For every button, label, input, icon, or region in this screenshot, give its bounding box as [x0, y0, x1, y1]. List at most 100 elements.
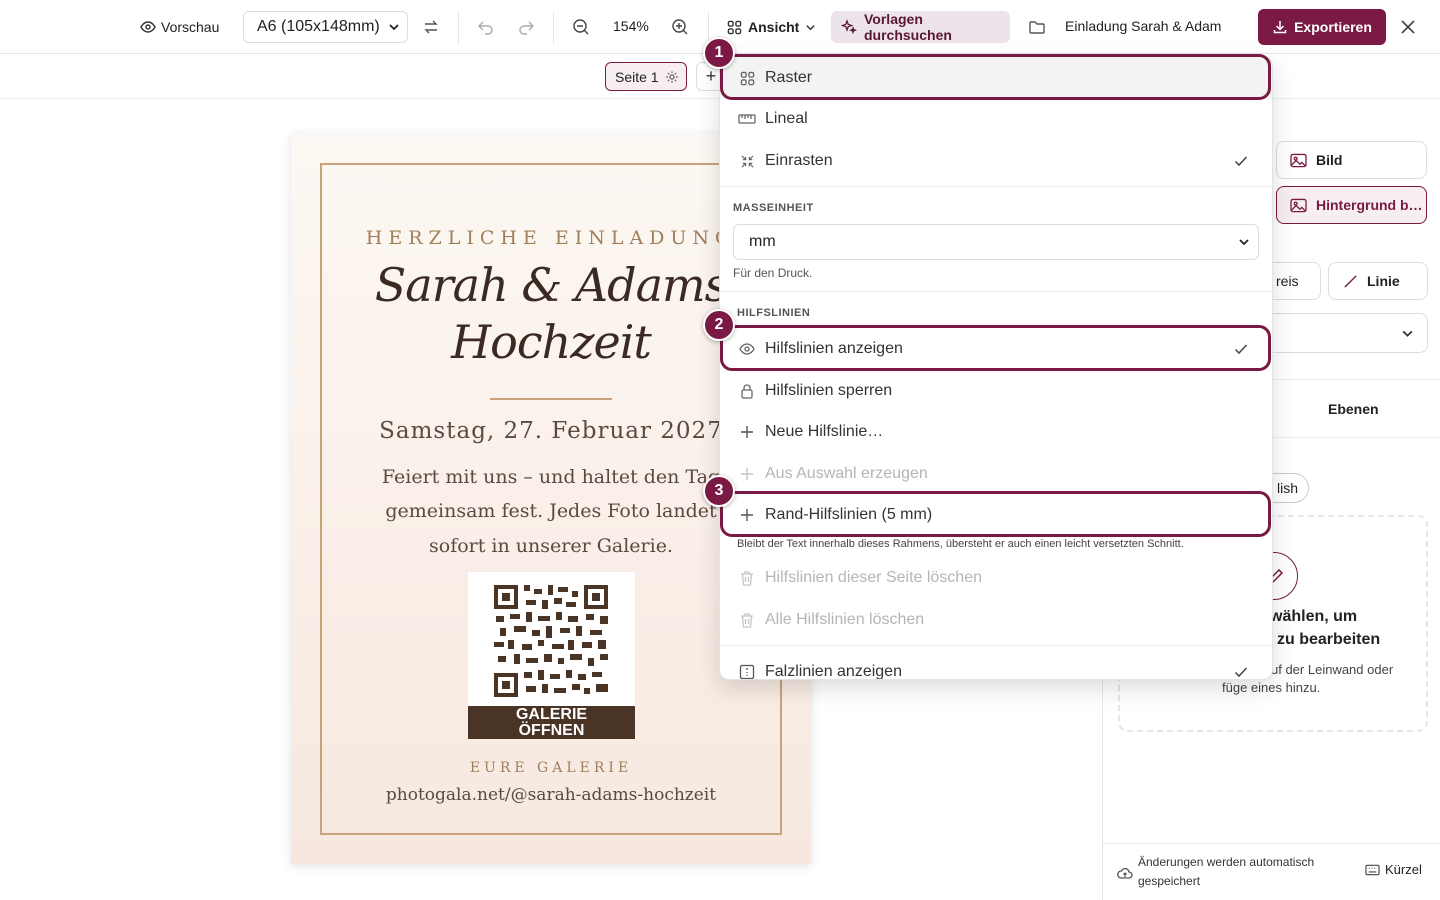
- undo-icon[interactable]: [473, 14, 499, 40]
- shortcuts-button[interactable]: Kürzel: [1365, 862, 1422, 877]
- fold-lines-icon: [738, 663, 756, 679]
- menu-section-unit: MASSEINHEIT: [733, 202, 814, 214]
- zoom-level[interactable]: 154%: [613, 18, 649, 34]
- add-image-label: Bild: [1316, 152, 1343, 168]
- grid-icon: [727, 20, 742, 35]
- preview-label: Vorschau: [161, 19, 220, 35]
- browse-templates-label: Vorlagen durchsuchen: [864, 11, 952, 43]
- snap-icon: [738, 152, 756, 170]
- menu-item-delete-page-guides[interactable]: Hilfslinien dieser Seite löschen: [720, 557, 1272, 599]
- grid-icon: [738, 69, 756, 87]
- menu-item-grid[interactable]: Raster: [720, 57, 1272, 99]
- format-select[interactable]: A6 (105x148mm): [243, 11, 408, 43]
- menu-item-ruler[interactable]: Lineal: [720, 98, 1272, 140]
- plus-icon: [738, 423, 756, 441]
- image-icon: [1290, 153, 1307, 168]
- background-image-button[interactable]: Hintergrund b…: [1276, 186, 1427, 224]
- qr-caption-line2: ÖFFNEN: [518, 722, 585, 739]
- zoom-out-icon[interactable]: [568, 14, 594, 40]
- menu-item-lock-guides[interactable]: Hilfslinien sperren: [720, 370, 1272, 412]
- format-value: A6 (105x148mm): [257, 18, 380, 35]
- view-menu-dropdown: Raster Lineal Einrasten MASSEINHEIT mm F…: [719, 56, 1273, 680]
- gear-icon: [665, 70, 679, 84]
- keyboard-icon: [1365, 864, 1380, 876]
- step-badge-2: 2: [703, 309, 735, 341]
- menu-item-delete-all-guides-label: Alle Hilfslinien löschen: [765, 611, 925, 628]
- step-badge-1: 1: [703, 37, 735, 69]
- redo-icon[interactable]: [513, 14, 539, 40]
- qr-code-image: [494, 585, 608, 697]
- download-icon: [1272, 19, 1288, 35]
- browse-templates-button[interactable]: Vorlagen durchsuchen: [831, 11, 1010, 43]
- menu-section-guides: HILFSLINIEN: [737, 307, 811, 319]
- preview-button[interactable]: Vorschau: [140, 17, 219, 37]
- plus-icon: +: [705, 66, 717, 86]
- tab-layers[interactable]: Ebenen: [1328, 401, 1379, 417]
- menu-item-show-guides-label: Hilfslinien anzeigen: [765, 340, 903, 357]
- card-url[interactable]: photogala.net/@sarah-adams-hochzeit: [291, 785, 811, 805]
- check-icon: [1234, 342, 1248, 356]
- menu-item-margin-guides[interactable]: Rand-Hilfslinien (5 mm): [720, 494, 1272, 536]
- cloud-icon: [1117, 867, 1133, 881]
- check-icon: [1234, 154, 1248, 168]
- language-pill-label: lish: [1276, 480, 1298, 496]
- page-tab-label: Seite 1: [615, 68, 659, 85]
- unit-select-value: mm: [749, 233, 776, 250]
- menu-item-show-guides[interactable]: Hilfslinien anzeigen: [720, 328, 1272, 370]
- chevron-down-icon: [388, 21, 400, 33]
- trash-icon: [738, 569, 756, 587]
- check-icon: [1234, 665, 1248, 679]
- zoom-in-icon[interactable]: [667, 14, 693, 40]
- shortcuts-label: Kürzel: [1385, 862, 1422, 877]
- add-image-button[interactable]: Bild: [1276, 141, 1427, 179]
- menu-item-ruler-label: Lineal: [765, 110, 808, 127]
- background-image-label: Hintergrund b…: [1316, 197, 1423, 213]
- menu-item-from-selection[interactable]: Aus Auswahl erzeugen: [720, 453, 1272, 495]
- chevron-down-icon: [805, 22, 816, 33]
- qr-code-block[interactable]: GALERIE ÖFFNEN: [468, 572, 635, 739]
- page-tab[interactable]: Seite 1: [605, 62, 687, 91]
- panel-divider: [1103, 843, 1440, 844]
- swap-orientation-icon[interactable]: [418, 14, 444, 40]
- eye-icon: [738, 340, 756, 358]
- menu-item-fold-lines[interactable]: Falzlinien anzeigen: [720, 651, 1272, 679]
- menu-item-snap-label: Einrasten: [765, 152, 833, 169]
- add-line-button[interactable]: Linie: [1328, 262, 1428, 300]
- close-icon[interactable]: [1395, 14, 1421, 40]
- toolbar-divider: [458, 12, 459, 44]
- menu-item-delete-page-guides-label: Hilfslinien dieser Seite löschen: [765, 569, 982, 586]
- sparkles-icon: [841, 19, 857, 35]
- menu-item-from-selection-label: Aus Auswahl erzeugen: [765, 465, 928, 482]
- menu-item-new-guide[interactable]: Neue Hilfslinie…: [720, 411, 1272, 453]
- qr-caption: GALERIE ÖFFNEN: [468, 706, 635, 739]
- card-gallery-label[interactable]: EURE GALERIE: [291, 760, 811, 776]
- menu-item-snap[interactable]: Einrasten: [720, 140, 1272, 182]
- menu-divider: [720, 291, 1272, 292]
- plus-icon: [738, 465, 756, 483]
- trash-icon: [738, 611, 756, 629]
- folder-icon[interactable]: [1024, 14, 1050, 40]
- plus-icon: [738, 506, 756, 524]
- menu-item-delete-all-guides[interactable]: Alle Hilfslinien löschen: [720, 599, 1272, 641]
- export-button[interactable]: Exportieren: [1258, 9, 1386, 45]
- qr-caption-line1: GALERIE: [515, 706, 588, 723]
- empty-text-line1: uf der Leinwand oder: [1271, 662, 1394, 677]
- chevron-down-icon: [1238, 236, 1250, 248]
- menu-item-lock-guides-label: Hilfslinien sperren: [765, 382, 893, 399]
- empty-title-line2: zu bearbeiten: [1277, 631, 1381, 648]
- step-badge-3: 3: [703, 475, 735, 507]
- menu-item-margin-guides-label: Rand-Hilfslinien (5 mm): [765, 506, 933, 523]
- export-label: Exportieren: [1294, 19, 1372, 35]
- card-divider: [490, 398, 612, 400]
- unit-select[interactable]: mm: [733, 224, 1259, 260]
- eye-icon: [140, 19, 156, 35]
- ruler-icon: [738, 110, 756, 128]
- view-menu-label: Ansicht: [748, 19, 800, 35]
- view-menu-button[interactable]: Ansicht: [727, 17, 816, 37]
- autosave-status: Änderungen werden automatisch gespeicher…: [1138, 853, 1314, 891]
- chevron-down-icon: [1401, 327, 1414, 340]
- menu-item-new-guide-label: Neue Hilfslinie…: [765, 423, 884, 440]
- empty-title-line1: wählen, um: [1270, 608, 1358, 625]
- add-line-label: Linie: [1367, 273, 1400, 289]
- project-name[interactable]: Einladung Sarah & Adam: [1065, 18, 1221, 34]
